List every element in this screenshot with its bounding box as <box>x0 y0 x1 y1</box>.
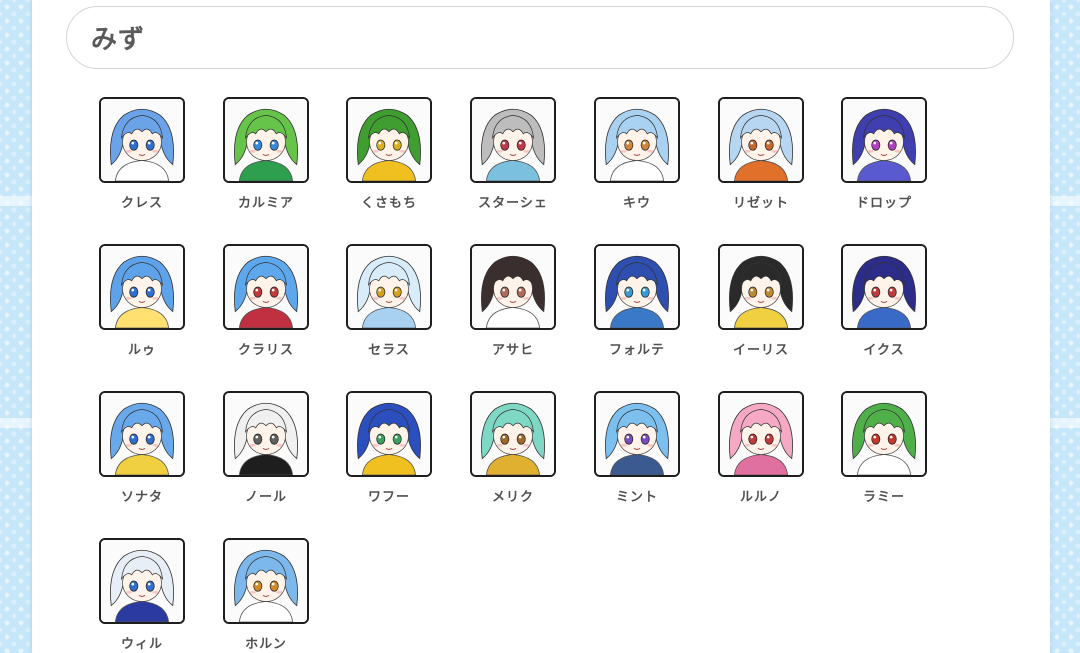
character-card[interactable]: ワフー <box>333 391 433 509</box>
character-card[interactable]: ルルノ <box>705 391 805 509</box>
character-portrait[interactable] <box>841 97 927 183</box>
character-portrait[interactable] <box>594 244 680 330</box>
character-name: カルミア <box>237 196 294 211</box>
character-card[interactable]: ミント <box>581 391 681 509</box>
character-name: ルルノ <box>739 490 782 505</box>
character-card[interactable]: ノール <box>210 391 310 509</box>
character-card[interactable]: ラミー <box>828 391 928 509</box>
character-card[interactable]: イーリス <box>705 244 805 362</box>
character-name: ノール <box>244 490 287 505</box>
character-portrait[interactable] <box>99 244 185 330</box>
character-portrait[interactable] <box>470 97 556 183</box>
character-portrait[interactable] <box>594 97 680 183</box>
character-name: キウ <box>622 196 651 211</box>
character-portrait[interactable] <box>99 97 185 183</box>
character-portrait[interactable] <box>223 244 309 330</box>
character-name: リゼット <box>732 196 789 211</box>
character-name: ラミー <box>862 490 905 505</box>
character-name: くさもち <box>360 196 417 211</box>
character-portrait[interactable] <box>99 538 185 624</box>
character-name: クレス <box>120 196 163 211</box>
character-card[interactable]: クレス <box>86 97 186 215</box>
character-name: スターシェ <box>478 196 548 211</box>
character-portrait[interactable] <box>470 244 556 330</box>
character-card[interactable]: スターシェ <box>457 97 557 215</box>
character-name: セラス <box>368 343 410 358</box>
character-portrait[interactable] <box>346 244 432 330</box>
character-name: ワフー <box>367 490 410 505</box>
character-card[interactable]: イクス <box>828 244 928 362</box>
character-card[interactable]: アサヒ <box>457 244 557 362</box>
search-query: みず <box>91 25 146 55</box>
character-card[interactable]: ドロップ <box>828 97 928 215</box>
character-name: ルゥ <box>127 343 156 358</box>
character-name: ミント <box>615 490 658 505</box>
character-portrait[interactable] <box>223 538 309 624</box>
character-name: ウィル <box>120 637 163 652</box>
character-portrait[interactable] <box>718 391 804 477</box>
character-name: メリク <box>491 490 534 505</box>
character-name: イクス <box>863 343 905 358</box>
character-portrait[interactable] <box>346 391 432 477</box>
character-portrait[interactable] <box>841 244 927 330</box>
character-name: アサヒ <box>491 343 534 358</box>
character-card[interactable]: セラス <box>333 244 433 362</box>
character-card[interactable]: ルゥ <box>86 244 186 362</box>
character-name: イーリス <box>732 343 789 358</box>
character-portrait[interactable] <box>223 391 309 477</box>
character-card[interactable]: フォルテ <box>581 244 681 362</box>
search-field[interactable]: みず <box>66 6 1014 69</box>
character-card[interactable]: くさもち <box>333 97 433 215</box>
character-portrait[interactable] <box>99 391 185 477</box>
character-card[interactable]: ホルン <box>210 538 310 653</box>
character-card[interactable]: ウィル <box>86 538 186 653</box>
character-portrait[interactable] <box>223 97 309 183</box>
character-name: ホルン <box>245 637 287 652</box>
character-portrait[interactable] <box>594 391 680 477</box>
character-card[interactable]: リゼット <box>705 97 805 215</box>
character-card[interactable]: カルミア <box>210 97 310 215</box>
character-name: ドロップ <box>855 196 912 211</box>
character-portrait[interactable] <box>841 391 927 477</box>
character-name: クラリス <box>237 343 294 358</box>
character-portrait[interactable] <box>718 244 804 330</box>
character-portrait[interactable] <box>470 391 556 477</box>
character-card[interactable]: クラリス <box>210 244 310 362</box>
character-card[interactable]: ソナタ <box>86 391 186 509</box>
character-portrait[interactable] <box>346 97 432 183</box>
character-card[interactable]: メリク <box>457 391 557 509</box>
content-panel: みず クレス カルミア くさもち スターシェ キウ リゼット ドロップルゥ クラリス セラス アサ… <box>32 0 1050 653</box>
character-name: フォルテ <box>608 343 665 358</box>
character-card[interactable]: キウ <box>581 97 681 215</box>
character-portrait[interactable] <box>718 97 804 183</box>
character-name: ソナタ <box>120 490 163 505</box>
